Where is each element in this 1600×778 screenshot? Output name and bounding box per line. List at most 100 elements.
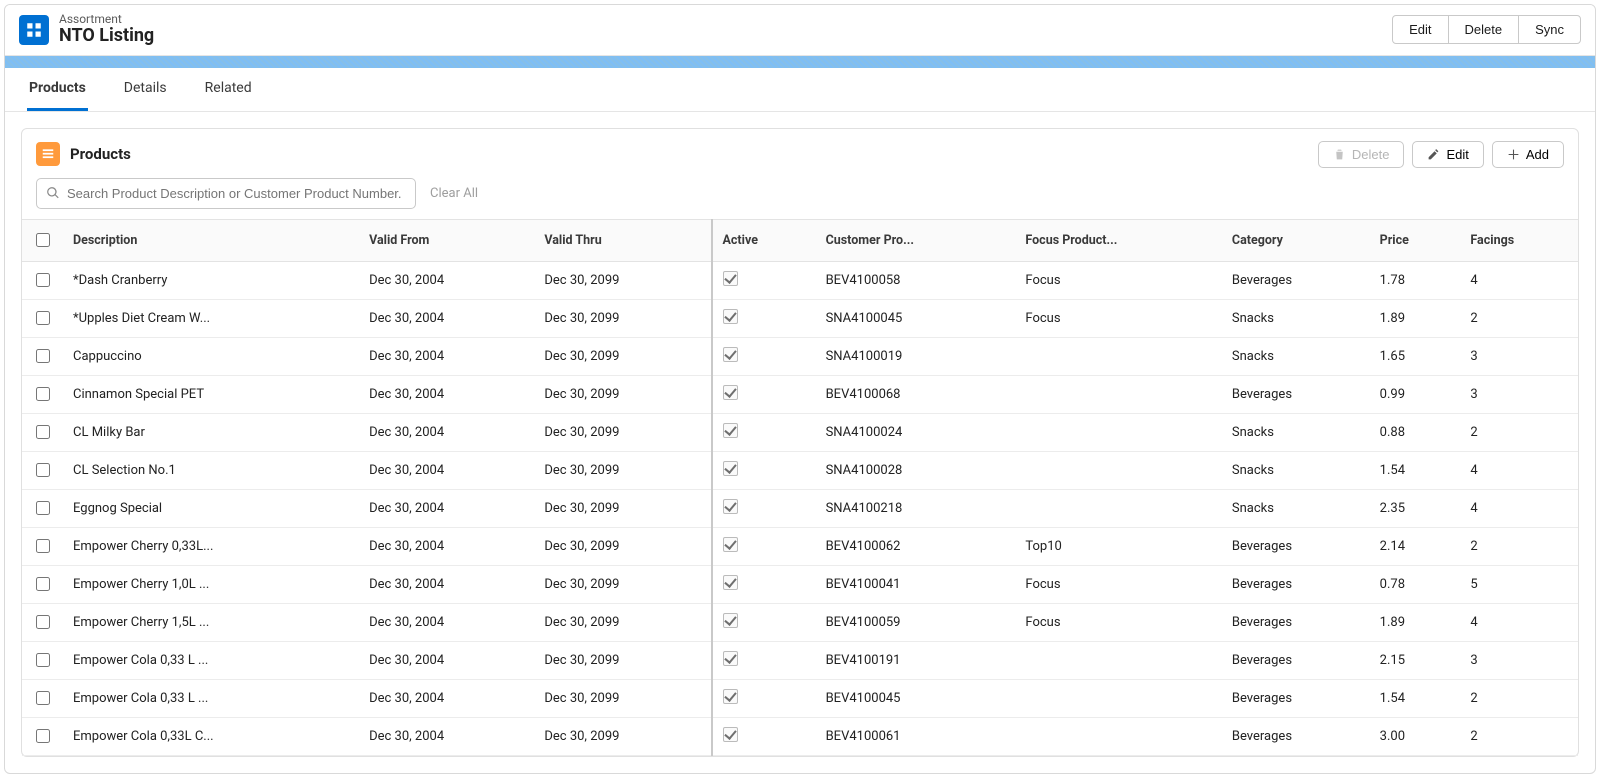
cell-active — [712, 565, 816, 603]
col-customer[interactable]: Customer Pro... — [816, 219, 1016, 261]
row-checkbox[interactable] — [36, 273, 50, 287]
row-checkbox[interactable] — [36, 615, 50, 629]
cell-active — [712, 261, 816, 299]
cell-description: Empower Cherry 0,33L... — [63, 527, 359, 565]
checked-icon — [723, 537, 738, 552]
cell-focus — [1015, 337, 1222, 375]
col-active[interactable]: Active — [712, 219, 816, 261]
cell-valid-from: Dec 30, 2004 — [359, 565, 534, 603]
cell-active — [712, 451, 816, 489]
row-checkbox[interactable] — [36, 463, 50, 477]
cell-valid-thru: Dec 30, 2099 — [534, 299, 711, 337]
row-checkbox[interactable] — [36, 349, 50, 363]
table-row[interactable]: CL Milky BarDec 30, 2004Dec 30, 2099SNA4… — [22, 413, 1578, 451]
cell-focus: Focus — [1015, 565, 1222, 603]
cell-valid-from: Dec 30, 2004 — [359, 489, 534, 527]
cell-active — [712, 299, 816, 337]
cell-description: CL Milky Bar — [63, 413, 359, 451]
panel-edit-button[interactable]: Edit — [1412, 141, 1483, 168]
cell-facings: 3 — [1460, 375, 1578, 413]
table-row[interactable]: CappuccinoDec 30, 2004Dec 30, 2099SNA410… — [22, 337, 1578, 375]
table-row[interactable]: Empower Cola 0,33 L ...Dec 30, 2004Dec 3… — [22, 679, 1578, 717]
cell-customer: SNA4100218 — [816, 489, 1016, 527]
row-checkbox[interactable] — [36, 729, 50, 743]
cell-description: Empower Cola 0,33 L ... — [63, 641, 359, 679]
checked-icon — [723, 347, 738, 362]
col-price[interactable]: Price — [1370, 219, 1461, 261]
edit-button[interactable]: Edit — [1392, 15, 1448, 44]
col-description[interactable]: Description — [63, 219, 359, 261]
col-category[interactable]: Category — [1222, 219, 1370, 261]
cell-facings: 4 — [1460, 489, 1578, 527]
cell-valid-from: Dec 30, 2004 — [359, 603, 534, 641]
row-checkbox[interactable] — [36, 311, 50, 325]
tab-products[interactable]: Products — [27, 68, 88, 111]
cell-focus — [1015, 489, 1222, 527]
checked-icon — [723, 727, 738, 742]
panel-title: Products — [70, 145, 1318, 163]
cell-category: Beverages — [1222, 641, 1370, 679]
cell-valid-from: Dec 30, 2004 — [359, 375, 534, 413]
row-checkbox[interactable] — [36, 387, 50, 401]
col-valid-from[interactable]: Valid From — [359, 219, 534, 261]
table-row[interactable]: Empower Cola 0,33 L ...Dec 30, 2004Dec 3… — [22, 641, 1578, 679]
cell-valid-thru: Dec 30, 2099 — [534, 641, 711, 679]
cell-focus: Focus — [1015, 261, 1222, 299]
table-row[interactable]: Cinnamon Special PETDec 30, 2004Dec 30, … — [22, 375, 1578, 413]
cell-facings: 5 — [1460, 565, 1578, 603]
cell-category: Snacks — [1222, 451, 1370, 489]
cell-active — [712, 679, 816, 717]
table-row[interactable]: *Dash CranberryDec 30, 2004Dec 30, 2099B… — [22, 261, 1578, 299]
cell-price: 3.00 — [1370, 717, 1461, 755]
sync-button[interactable]: Sync — [1518, 15, 1581, 44]
cell-description: Empower Cherry 1,5L ... — [63, 603, 359, 641]
col-focus[interactable]: Focus Product... — [1015, 219, 1222, 261]
cell-price: 1.54 — [1370, 679, 1461, 717]
cell-price: 1.89 — [1370, 299, 1461, 337]
table-row[interactable]: Empower Cherry 1,0L ...Dec 30, 2004Dec 3… — [22, 565, 1578, 603]
table-row[interactable]: Empower Cola 0,33L C...Dec 30, 2004Dec 3… — [22, 717, 1578, 755]
select-all-checkbox[interactable] — [36, 233, 50, 247]
cell-valid-from: Dec 30, 2004 — [359, 641, 534, 679]
panel-delete-button[interactable]: Delete — [1318, 141, 1405, 168]
table-row[interactable]: Empower Cherry 0,33L...Dec 30, 2004Dec 3… — [22, 527, 1578, 565]
row-checkbox[interactable] — [36, 653, 50, 667]
table-row[interactable]: Empower Cherry 1,5L ...Dec 30, 2004Dec 3… — [22, 603, 1578, 641]
tab-related[interactable]: Related — [203, 68, 254, 111]
row-checkbox[interactable] — [36, 577, 50, 591]
table-row[interactable]: *Upples Diet Cream W...Dec 30, 2004Dec 3… — [22, 299, 1578, 337]
panel-add-button[interactable]: Add — [1492, 141, 1564, 168]
cell-customer: BEV4100062 — [816, 527, 1016, 565]
cell-customer: BEV4100059 — [816, 603, 1016, 641]
row-checkbox[interactable] — [36, 539, 50, 553]
clear-all-link[interactable]: Clear All — [430, 186, 478, 201]
col-valid-thru[interactable]: Valid Thru — [534, 219, 711, 261]
cell-valid-from: Dec 30, 2004 — [359, 717, 534, 755]
checked-icon — [723, 461, 738, 476]
table-row[interactable]: CL Selection No.1Dec 30, 2004Dec 30, 209… — [22, 451, 1578, 489]
cell-valid-thru: Dec 30, 2099 — [534, 375, 711, 413]
cell-price: 2.14 — [1370, 527, 1461, 565]
delete-button[interactable]: Delete — [1449, 15, 1519, 44]
col-facings[interactable]: Facings — [1460, 219, 1578, 261]
pencil-icon — [1427, 148, 1440, 161]
search-input[interactable] — [36, 178, 416, 209]
cell-category: Beverages — [1222, 565, 1370, 603]
cell-price: 1.65 — [1370, 337, 1461, 375]
cell-focus — [1015, 641, 1222, 679]
row-checkbox[interactable] — [36, 691, 50, 705]
cell-active — [712, 413, 816, 451]
row-checkbox[interactable] — [36, 425, 50, 439]
cell-price: 2.35 — [1370, 489, 1461, 527]
cell-valid-thru: Dec 30, 2099 — [534, 337, 711, 375]
table-row[interactable]: Eggnog SpecialDec 30, 2004Dec 30, 2099SN… — [22, 489, 1578, 527]
tab-details[interactable]: Details — [122, 68, 169, 111]
cell-valid-from: Dec 30, 2004 — [359, 527, 534, 565]
row-checkbox[interactable] — [36, 501, 50, 515]
products-panel: Products Delete Edit Add — [21, 128, 1579, 757]
cell-valid-from: Dec 30, 2004 — [359, 451, 534, 489]
cell-customer: SNA4100024 — [816, 413, 1016, 451]
cell-valid-thru: Dec 30, 2099 — [534, 603, 711, 641]
products-table: Description Valid From Valid Thru Active… — [22, 219, 1578, 756]
cell-active — [712, 489, 816, 527]
